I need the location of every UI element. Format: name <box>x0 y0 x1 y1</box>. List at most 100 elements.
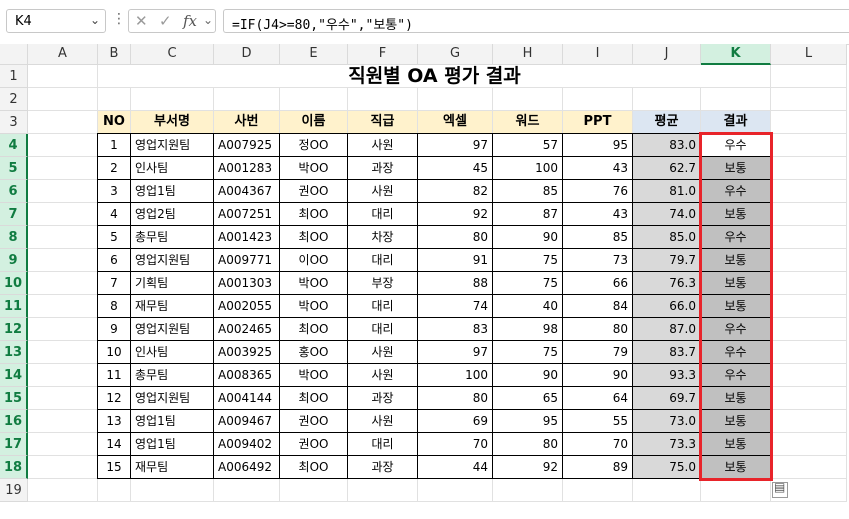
formula-input[interactable]: =IF(J4>=80,"우수","보통") <box>223 9 849 33</box>
table-cell: 대리 <box>371 322 394 336</box>
table-cell: 권OO <box>298 437 329 451</box>
table-border-h <box>97 432 771 433</box>
table-cell: 사원 <box>371 184 394 198</box>
table-border-h <box>97 455 771 456</box>
table-cell: 14 <box>106 437 122 451</box>
name-box[interactable]: K4 ⌄ <box>6 9 106 33</box>
table-cell: 영업지원팀 <box>135 138 191 152</box>
table-cell: 75 <box>542 253 558 267</box>
table-cell: 69 <box>472 414 488 428</box>
table-cell: A002055 <box>218 299 273 313</box>
table-cell: 81.0 <box>633 180 700 202</box>
row-header-19[interactable]: 19 <box>0 479 28 502</box>
table-cell: 84 <box>612 299 628 313</box>
row-header-12[interactable]: 12 <box>0 318 28 341</box>
table-border-h <box>97 340 771 341</box>
table-cell: 57 <box>542 138 558 152</box>
table-cell: 75 <box>542 276 558 290</box>
table-cell: 75 <box>542 345 558 359</box>
table-cell: 7 <box>110 276 118 290</box>
table-cell: 1 <box>110 138 118 152</box>
row-header-13[interactable]: 13 <box>0 341 28 364</box>
column-header-l[interactable]: L <box>771 44 847 65</box>
table-cell: 75.0 <box>633 456 700 478</box>
table-cell: 80 <box>612 322 628 336</box>
row-header-15[interactable]: 15 <box>0 387 28 410</box>
table-cell: 과장 <box>371 460 394 474</box>
table-cell: 대리 <box>371 299 394 313</box>
table-cell: A002465 <box>218 322 273 336</box>
chevron-down-icon[interactable]: ⌄ <box>203 13 213 27</box>
table-cell: 영업지원팀 <box>135 391 191 405</box>
table-cell: 9 <box>110 322 118 336</box>
row-header-9[interactable]: 9 <box>0 249 28 272</box>
table-cell: 박OO <box>298 368 329 382</box>
table-cell: 95 <box>612 138 628 152</box>
row-header-7[interactable]: 7 <box>0 203 28 226</box>
quick-analysis-icon[interactable]: ▤ <box>772 480 788 498</box>
quick-analysis-glyph: ▤ <box>774 480 786 494</box>
table-border-v <box>492 134 493 479</box>
close-icon[interactable]: ✕ <box>135 12 148 30</box>
row-header-11[interactable]: 11 <box>0 295 28 318</box>
table-header-7: 워드 <box>493 111 562 133</box>
row-header-8[interactable]: 8 <box>0 226 28 249</box>
table-cell: 영업2팀 <box>135 207 176 221</box>
table-cell: 최OO <box>298 207 329 221</box>
table-cell: 74.0 <box>633 203 700 225</box>
vertical-ellipsis-icon[interactable]: ⋮ <box>112 11 126 27</box>
chevron-down-icon[interactable]: ⌄ <box>90 13 100 27</box>
row-header-10[interactable]: 10 <box>0 272 28 295</box>
table-cell: 박OO <box>298 299 329 313</box>
row-header-16[interactable]: 16 <box>0 410 28 433</box>
row-header-6[interactable]: 6 <box>0 180 28 203</box>
table-cell: A007251 <box>218 207 273 221</box>
table-border-v <box>562 134 563 479</box>
table-cell: 10 <box>106 345 122 359</box>
row-header-4[interactable]: 4 <box>0 134 28 157</box>
formula-actions: ✕ ✓ fx ⌄ <box>128 9 216 33</box>
table-cell: 3 <box>110 184 118 198</box>
table-cell: 45 <box>472 161 488 175</box>
column-header-a[interactable]: A <box>28 44 98 65</box>
gridline-vertical <box>846 65 847 502</box>
selection-outline <box>699 132 773 481</box>
table-border-h <box>97 179 771 180</box>
select-all-corner[interactable] <box>0 44 28 65</box>
table-cell: 기획팀 <box>135 276 169 290</box>
table-cell: 40 <box>542 299 558 313</box>
table-cell: 최OO <box>298 391 329 405</box>
table-cell: 100 <box>465 368 488 382</box>
table-cell: 85 <box>612 230 628 244</box>
table-cell: 69.7 <box>633 387 700 409</box>
table-cell: 87 <box>542 207 558 221</box>
row-header-2[interactable]: 2 <box>0 88 28 111</box>
row-header-1[interactable]: 1 <box>0 65 28 88</box>
check-icon[interactable]: ✓ <box>159 12 172 30</box>
row-header-14[interactable]: 14 <box>0 364 28 387</box>
table-cell: 90 <box>542 230 558 244</box>
table-cell: 5 <box>110 230 118 244</box>
table-cell: 사원 <box>371 345 394 359</box>
table-cell: 83.7 <box>633 341 700 363</box>
table-cell: 97 <box>472 138 488 152</box>
sheet-title: 직원별 OA 평가 결과 <box>348 65 521 87</box>
table-cell: 82 <box>472 184 488 198</box>
table-cell: 85.0 <box>633 226 700 248</box>
table-cell: 총무팀 <box>135 368 169 382</box>
row-header-17[interactable]: 17 <box>0 433 28 456</box>
table-cell: 정OO <box>298 138 329 152</box>
name-box-value: K4 <box>15 14 32 29</box>
table-cell: 66.0 <box>633 295 700 317</box>
table-cell: 13 <box>106 414 122 428</box>
row-header-3[interactable]: 3 <box>0 111 28 134</box>
table-cell: 6 <box>110 253 118 267</box>
table-cell: 권OO <box>298 184 329 198</box>
table-cell: 대리 <box>371 437 394 451</box>
row-header-18[interactable]: 18 <box>0 456 28 479</box>
row-header-5[interactable]: 5 <box>0 157 28 180</box>
table-cell: 부장 <box>371 276 394 290</box>
table-cell: 97 <box>472 345 488 359</box>
fx-icon[interactable]: fx <box>183 12 197 30</box>
table-cell: 4 <box>110 207 118 221</box>
